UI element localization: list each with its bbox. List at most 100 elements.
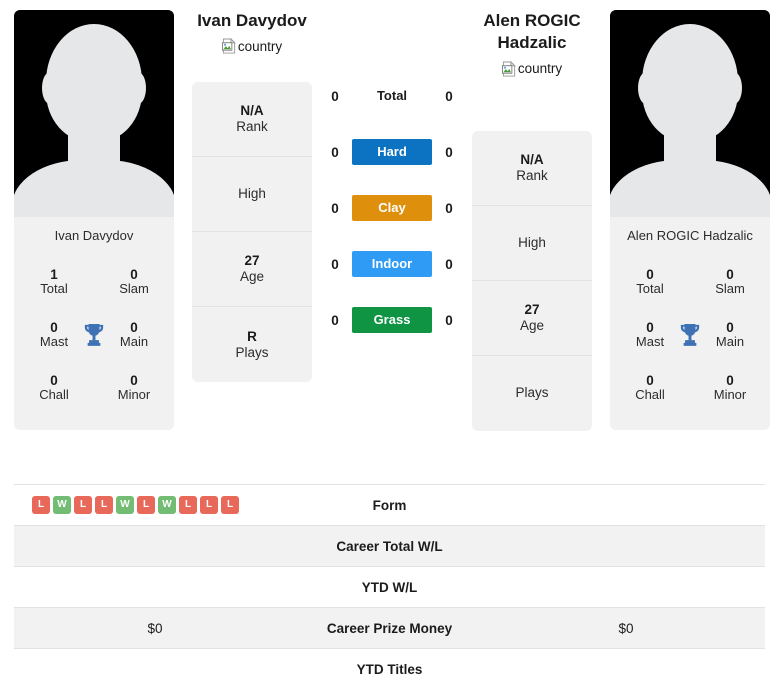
- right-stat-minor-label: Minor: [713, 386, 747, 402]
- left-player-photo: [14, 10, 174, 217]
- left-player-photo-caption: Ivan Davydov: [14, 217, 174, 253]
- form-badge-loss[interactable]: L: [200, 496, 218, 514]
- table-row-career-total-wl: Career Total W/L: [14, 525, 765, 567]
- right-player-photo: [610, 10, 770, 217]
- trophy-icon: [84, 323, 104, 346]
- right-info-rank-label: Rank: [516, 167, 548, 183]
- left-player-info-column: Ivan Davydov country N/A Rank High 27 Ag…: [192, 10, 312, 383]
- right-player-name: Alen ROGIC Hadzalic: [483, 11, 581, 53]
- surface-row-hard: 0 Hard 0: [312, 124, 472, 180]
- comparison-stats-table: LWLLWLWLLL Form Career Total W/L YTD W/L…: [14, 484, 765, 690]
- surface-row-indoor: 0 Indoor 0: [312, 236, 472, 292]
- form-badge-win[interactable]: W: [116, 496, 134, 514]
- ytd-titles-right: [487, 648, 765, 690]
- career-prize-money-left: $0: [14, 607, 292, 649]
- right-titles-row-1: 0 Total 0 Slam: [616, 255, 764, 308]
- avatar-ear-left: [638, 72, 654, 104]
- career-total-wl-right: [487, 525, 765, 567]
- broken-image-icon: [221, 38, 236, 54]
- surface-comparison-column: 0 Total 0 0 Hard 0 0 Clay 0 0 Indoor 0 0: [312, 10, 472, 348]
- left-info-plays: R Plays: [192, 307, 312, 382]
- avatar-ear-left: [42, 72, 58, 104]
- right-info-high-label: High: [518, 234, 546, 250]
- comparison-header: Ivan Davydov 1 Total 0 Slam 0 Mast 0 Mai…: [0, 0, 779, 478]
- form-badge-win[interactable]: W: [53, 496, 71, 514]
- form-badge-loss[interactable]: L: [221, 496, 239, 514]
- right-stat-mast-label: Mast: [635, 333, 665, 349]
- form-badge-loss[interactable]: L: [137, 496, 155, 514]
- form-badge-loss[interactable]: L: [74, 496, 92, 514]
- left-player-photo-card: Ivan Davydov 1 Total 0 Slam 0 Mast 0 Mai…: [14, 10, 174, 430]
- surface-grass-badge: Grass: [352, 307, 432, 333]
- right-info-high: High: [472, 206, 592, 281]
- right-stat-slam: 0 Slam: [696, 267, 764, 297]
- surface-row-grass: 0 Grass 0: [312, 292, 472, 348]
- form-badge-win[interactable]: W: [158, 496, 176, 514]
- avatar-head: [642, 24, 738, 142]
- form-badge-loss[interactable]: L: [179, 496, 197, 514]
- right-titles-row-3: 0 Chall 0 Minor: [616, 361, 764, 414]
- right-stat-total-label: Total: [636, 280, 664, 296]
- left-stat-chall-value: 0: [50, 372, 58, 388]
- right-stat-slam-label: Slam: [715, 280, 745, 296]
- left-stat-slam-value: 0: [130, 266, 138, 282]
- right-stat-main: 0 Main: [696, 320, 764, 350]
- right-stat-slam-value: 0: [726, 266, 734, 282]
- left-stat-minor-value: 0: [130, 372, 138, 388]
- left-player-country-label: country: [237, 38, 283, 54]
- surface-grass-left-value: 0: [331, 312, 339, 328]
- right-player-country: country: [501, 59, 562, 79]
- surface-indoor-badge: Indoor: [352, 251, 432, 277]
- left-stat-minor-label: Minor: [117, 386, 151, 402]
- career-total-wl-left: [14, 525, 292, 567]
- left-stat-mast: 0 Mast: [20, 320, 88, 350]
- left-titles-row-2: 0 Mast 0 Main: [20, 308, 168, 361]
- right-info-age-value: 27: [524, 301, 540, 317]
- form-badge-loss[interactable]: L: [95, 496, 113, 514]
- right-stat-main-label: Main: [715, 333, 745, 349]
- left-stat-main: 0 Main: [100, 320, 168, 350]
- form-badge-loss[interactable]: L: [32, 496, 50, 514]
- right-stat-chall: 0 Chall: [616, 373, 684, 403]
- right-info-plays: Plays: [472, 356, 592, 431]
- table-row-career-prize-money: $0 Career Prize Money $0: [14, 607, 765, 649]
- surface-row-clay: 0 Clay 0: [312, 180, 472, 236]
- surface-row-total: 0 Total 0: [312, 68, 472, 124]
- left-stat-main-value: 0: [130, 319, 138, 335]
- avatar-body: [610, 160, 770, 217]
- left-info-plays-value: R: [247, 328, 257, 344]
- right-stat-main-value: 0: [726, 319, 734, 335]
- ytd-wl-right: [487, 566, 765, 608]
- avatar-ear-right: [726, 72, 742, 104]
- table-row-ytd-titles: YTD Titles: [14, 648, 765, 690]
- table-row-ytd-wl: YTD W/L: [14, 566, 765, 608]
- left-info-high: High: [192, 157, 312, 233]
- left-stat-main-label: Main: [119, 333, 149, 349]
- left-stat-slam: 0 Slam: [100, 267, 168, 297]
- left-info-age-value: 27: [244, 253, 260, 269]
- surface-total-right-value: 0: [445, 88, 453, 104]
- surface-hard-badge: Hard: [352, 139, 432, 165]
- right-info-rank-value: N/A: [520, 151, 544, 167]
- right-stat-minor-value: 0: [726, 372, 734, 388]
- right-player-info-column: Alen ROGIC Hadzalic country N/A Rank Hig…: [472, 10, 592, 431]
- right-player-photo-caption: Alen ROGIC Hadzalic: [610, 217, 770, 253]
- left-player-name: Ivan Davydov: [197, 11, 307, 30]
- left-stat-mast-value: 0: [50, 319, 58, 335]
- right-stat-mast-value: 0: [646, 319, 654, 335]
- right-stat-total-value: 0: [646, 266, 654, 282]
- form-left-cell: LWLLWLWLLL: [14, 484, 292, 526]
- player-comparison-page: Ivan Davydov 1 Total 0 Slam 0 Mast 0 Mai…: [0, 0, 779, 699]
- left-stat-total-label: Total: [40, 280, 68, 296]
- broken-image-icon: [501, 60, 516, 77]
- left-info-plays-label: Plays: [235, 344, 269, 360]
- left-form-badges: LWLLWLWLLL: [18, 496, 292, 514]
- left-stat-chall: 0 Chall: [20, 373, 88, 403]
- right-info-age-label: Age: [519, 317, 545, 333]
- left-stat-slam-label: Slam: [119, 280, 149, 296]
- left-stat-minor: 0 Minor: [100, 373, 168, 403]
- right-player-titles-stats: 0 Total 0 Slam 0 Mast 0 Main 0 Chall 0 M…: [610, 253, 770, 430]
- form-row-label: Form: [292, 484, 487, 526]
- surface-clay-badge: Clay: [352, 195, 432, 221]
- career-total-wl-label: Career Total W/L: [292, 525, 487, 567]
